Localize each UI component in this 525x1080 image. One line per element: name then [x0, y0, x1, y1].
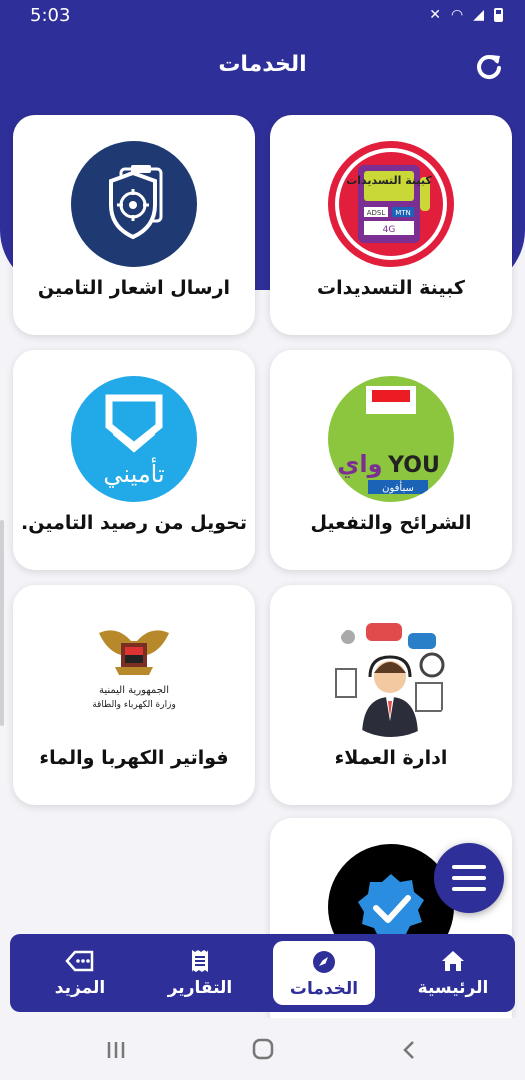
customers-logo	[328, 611, 454, 737]
mute-icon: ✕	[429, 7, 441, 23]
tamini-text: تأميني	[103, 457, 164, 488]
nav-item-more[interactable]: المزيد	[30, 934, 130, 1012]
receipt-icon	[150, 948, 250, 974]
insurance-notice-logo	[71, 141, 197, 267]
service-card-transfer[interactable]: تأميني تحويل من رصيد التامين.	[13, 350, 255, 570]
nav-label: الخدمات	[289, 979, 359, 999]
nav-label: الرئيسية	[417, 978, 489, 998]
wai-text: واي	[337, 450, 382, 478]
nav-label: التقارير	[167, 978, 233, 998]
tag-icon	[30, 948, 130, 974]
eagle-emblem-icon: الجمهورية اليمنية وزارة الكهرباء والطاقة	[92, 630, 176, 710]
mtn-text: MTN	[395, 209, 411, 217]
4g-text: 4G	[383, 225, 396, 235]
sims-logo: YOU واي سبأفون	[328, 376, 454, 502]
ministry-text: وزارة الكهرباء والطاقة	[92, 700, 176, 710]
home-button-icon[interactable]	[252, 1038, 274, 1066]
service-label: كبينة التسديدات	[317, 277, 465, 299]
recent-apps-icon[interactable]	[106, 1038, 126, 1066]
nav-item-reports[interactable]: التقارير	[150, 934, 250, 1012]
you-text: YOU	[387, 453, 440, 478]
service-label: فواتير الكهربا والماء	[39, 747, 229, 769]
service-card-insurance-notice[interactable]: ارسال اشعار التامين	[13, 115, 255, 335]
service-label: تحويل من رصيد التامين.	[21, 512, 247, 534]
service-card-customers[interactable]: ادارة العملاء	[270, 585, 512, 805]
service-card-payments[interactable]: كبينة التسديدات ADSL MTN 4G كبينة التسدي…	[270, 115, 512, 335]
yemen-emblem-logo: الجمهورية اليمنية وزارة الكهرباء والطاقة	[71, 611, 197, 737]
wifi-icon: ◠	[451, 7, 464, 23]
service-label: ادارة العملاء	[334, 747, 448, 769]
nav-label: المزيد	[54, 978, 106, 998]
sabafon-text: سبأفون	[382, 480, 414, 494]
status-icons: ✕ ◠ ◢	[429, 7, 503, 23]
republic-text: الجمهورية اليمنية	[99, 685, 169, 696]
shield-gear-icon	[109, 165, 163, 240]
payments-logo-text: كبينة التسديدات	[346, 174, 432, 187]
payments-logo: كبينة التسديدات ADSL MTN 4G	[328, 141, 454, 267]
status-bar: 5:03 ✕ ◠ ◢	[0, 0, 525, 30]
adsl-text: ADSL	[367, 209, 386, 217]
nav-item-home[interactable]: الرئيسية	[398, 934, 508, 1012]
service-card-sims[interactable]: YOU واي سبأفون الشرائح والتفعيل	[270, 350, 512, 570]
service-label: ارسال اشعار التامين	[37, 277, 231, 299]
app-bar: الخدمات	[0, 30, 525, 102]
status-time: 5:03	[30, 4, 71, 26]
tamini-logo: تأميني	[71, 376, 197, 502]
battery-icon	[494, 8, 503, 22]
nav-item-services[interactable]: الخدمات	[273, 941, 375, 1005]
bottom-navigation: الرئيسية الخدمات التقارير المزيد	[10, 934, 515, 1012]
signal-icon: ◢	[473, 7, 484, 23]
page-title: الخدمات	[218, 52, 307, 77]
service-label: الشرائح والتفعيل	[310, 512, 472, 534]
compass-icon	[273, 949, 375, 975]
menu-fab-button[interactable]	[434, 843, 504, 913]
service-card-bills[interactable]: الجمهورية اليمنية وزارة الكهرباء والطاقة…	[13, 585, 255, 805]
support-agent-icon	[335, 623, 445, 737]
refresh-icon[interactable]	[475, 52, 503, 80]
back-icon[interactable]	[402, 1038, 416, 1066]
home-icon	[398, 948, 508, 974]
edge-panel-handle[interactable]	[0, 520, 4, 726]
system-navigation-bar	[0, 1018, 525, 1080]
